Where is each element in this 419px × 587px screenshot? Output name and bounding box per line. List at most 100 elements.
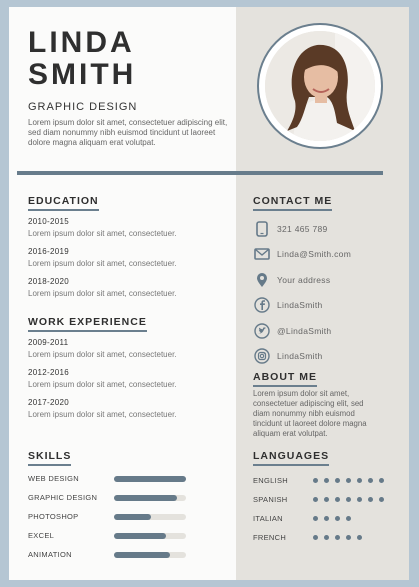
phone-icon: [253, 220, 271, 238]
skill-bar-fill: [114, 532, 166, 539]
skill-bar-track: [114, 475, 186, 482]
language-level-dots: [313, 497, 390, 502]
language-level-dot: [346, 516, 351, 521]
education-text: Lorem ipsum dolor sit amet, consectetuer…: [28, 229, 177, 238]
language-label: FRENCH: [253, 533, 287, 542]
work-experience-title: WORK EXPERIENCE: [28, 316, 147, 332]
language-row: ENGLISH: [253, 471, 403, 490]
education-title: EDUCATION: [28, 195, 99, 211]
skills-title: SKILLS: [28, 450, 72, 466]
profile-photo: [265, 31, 375, 141]
skill-label: GRAPHIC DESIGN: [28, 493, 98, 502]
about-text: Lorem ipsum dolor sit amet, consectetuer…: [253, 389, 367, 438]
last-name: SMITH: [28, 58, 137, 91]
skill-bar-track: [114, 513, 186, 520]
contact-title: CONTACT ME: [253, 195, 333, 211]
education-item: 2010-2015 Lorem ipsum dolor sit amet, co…: [28, 217, 228, 238]
about-title: ABOUT ME: [253, 371, 317, 387]
language-level-dot: [357, 478, 362, 483]
resume-page: LINDA SMITH GRAPHIC DESIGN Lorem ipsum d…: [9, 7, 409, 580]
language-level-dot: [335, 478, 340, 483]
twitter-icon: [253, 322, 271, 340]
mail-icon: [253, 245, 271, 263]
language-level-dot: [379, 497, 384, 502]
contact-phone-text: 321 465 789: [277, 223, 328, 234]
name-heading: LINDA SMITH: [28, 27, 136, 91]
language-level-dot: [324, 497, 329, 502]
language-level-dot: [346, 478, 351, 483]
language-level-dot: [324, 535, 329, 540]
language-level-dot: [313, 516, 318, 521]
skill-bar-track: [114, 532, 186, 539]
contact-list: 321 465 789 Linda@Smith.com Your address…: [253, 216, 403, 369]
skill-label: ANIMATION: [28, 550, 72, 559]
language-level-dots: [313, 478, 390, 483]
education-years: 2018-2020: [28, 277, 69, 286]
education-years: 2010-2015: [28, 217, 69, 226]
skills-list: WEB DESIGN GRAPHIC DESIGN PHOTOSHOP EXCE…: [28, 469, 198, 564]
language-level-dot: [335, 535, 340, 540]
skill-row: WEB DESIGN: [28, 469, 198, 488]
language-level-dot: [346, 497, 351, 502]
contact-instagram-text[interactable]: LindaSmith: [277, 351, 323, 361]
work-years: 2012-2016: [28, 368, 69, 377]
skill-label: EXCEL: [28, 531, 55, 540]
language-level-dot: [313, 535, 318, 540]
language-label: SPANISH: [253, 495, 288, 504]
language-label: ENGLISH: [253, 476, 289, 485]
contact-instagram: LindaSmith: [253, 344, 403, 370]
language-level-dot: [368, 478, 373, 483]
language-level-dot: [346, 535, 351, 540]
languages-title: LANGUAGES: [253, 450, 330, 466]
contact-twitter-text[interactable]: @LindaSmith: [277, 326, 331, 336]
contact-address-text: Your address: [277, 274, 331, 285]
location-pin-icon: [253, 271, 271, 289]
education-text: Lorem ipsum dolor sit amet, consectetuer…: [28, 259, 177, 268]
contact-address: Your address: [253, 267, 403, 293]
work-item: 2009-2011 Lorem ipsum dolor sit amet, co…: [28, 338, 228, 359]
language-level-dots: [313, 535, 368, 540]
education-item: 2018-2020 Lorem ipsum dolor sit amet, co…: [28, 277, 228, 298]
language-level-dots: [313, 516, 357, 521]
skill-label: PHOTOSHOP: [28, 512, 79, 521]
language-row: FRENCH: [253, 528, 403, 547]
language-level-dot: [379, 478, 384, 483]
language-level-dot: [313, 478, 318, 483]
language-level-dot: [357, 535, 362, 540]
skill-row: ANIMATION: [28, 545, 198, 564]
skill-row: PHOTOSHOP: [28, 507, 198, 526]
skill-bar-fill: [114, 494, 178, 501]
education-text: Lorem ipsum dolor sit amet, consectetuer…: [28, 289, 177, 298]
language-row: SPANISH: [253, 490, 403, 509]
language-row: ITALIAN: [253, 509, 403, 528]
language-level-dot: [313, 497, 318, 502]
skill-bar-fill: [114, 551, 171, 558]
work-years: 2017-2020: [28, 398, 69, 407]
language-level-dot: [324, 478, 329, 483]
languages-list: ENGLISH SPANISH ITALIAN FRENCH: [253, 471, 403, 547]
work-item: 2017-2020 Lorem ipsum dolor sit amet, co…: [28, 398, 228, 419]
language-level-dot: [324, 516, 329, 521]
skill-row: EXCEL: [28, 526, 198, 545]
first-name: LINDA: [28, 26, 135, 59]
work-text: Lorem ipsum dolor sit amet, consectetuer…: [28, 380, 177, 389]
contact-email-text[interactable]: Linda@Smith.com: [277, 249, 351, 259]
work-years: 2009-2011: [28, 338, 69, 347]
contact-facebook-text[interactable]: LindaSmith: [277, 300, 323, 310]
language-level-dot: [335, 516, 340, 521]
language-level-dot: [335, 497, 340, 502]
instagram-icon: [253, 347, 271, 365]
education-item: 2016-2019 Lorem ipsum dolor sit amet, co…: [28, 247, 228, 268]
skill-bar-fill: [114, 475, 186, 482]
contact-email: Linda@Smith.com: [253, 242, 403, 268]
education-years: 2016-2019: [28, 247, 69, 256]
skill-bar-track: [114, 494, 186, 501]
language-level-dot: [368, 497, 373, 502]
header-divider: [17, 171, 383, 175]
profile-photo-frame: [257, 23, 383, 149]
contact-facebook: LindaSmith: [253, 293, 403, 319]
work-text: Lorem ipsum dolor sit amet, consectetuer…: [28, 350, 177, 359]
contact-twitter: @LindaSmith: [253, 318, 403, 344]
skill-label: WEB DESIGN: [28, 474, 79, 483]
portrait-illustration: [265, 31, 375, 141]
